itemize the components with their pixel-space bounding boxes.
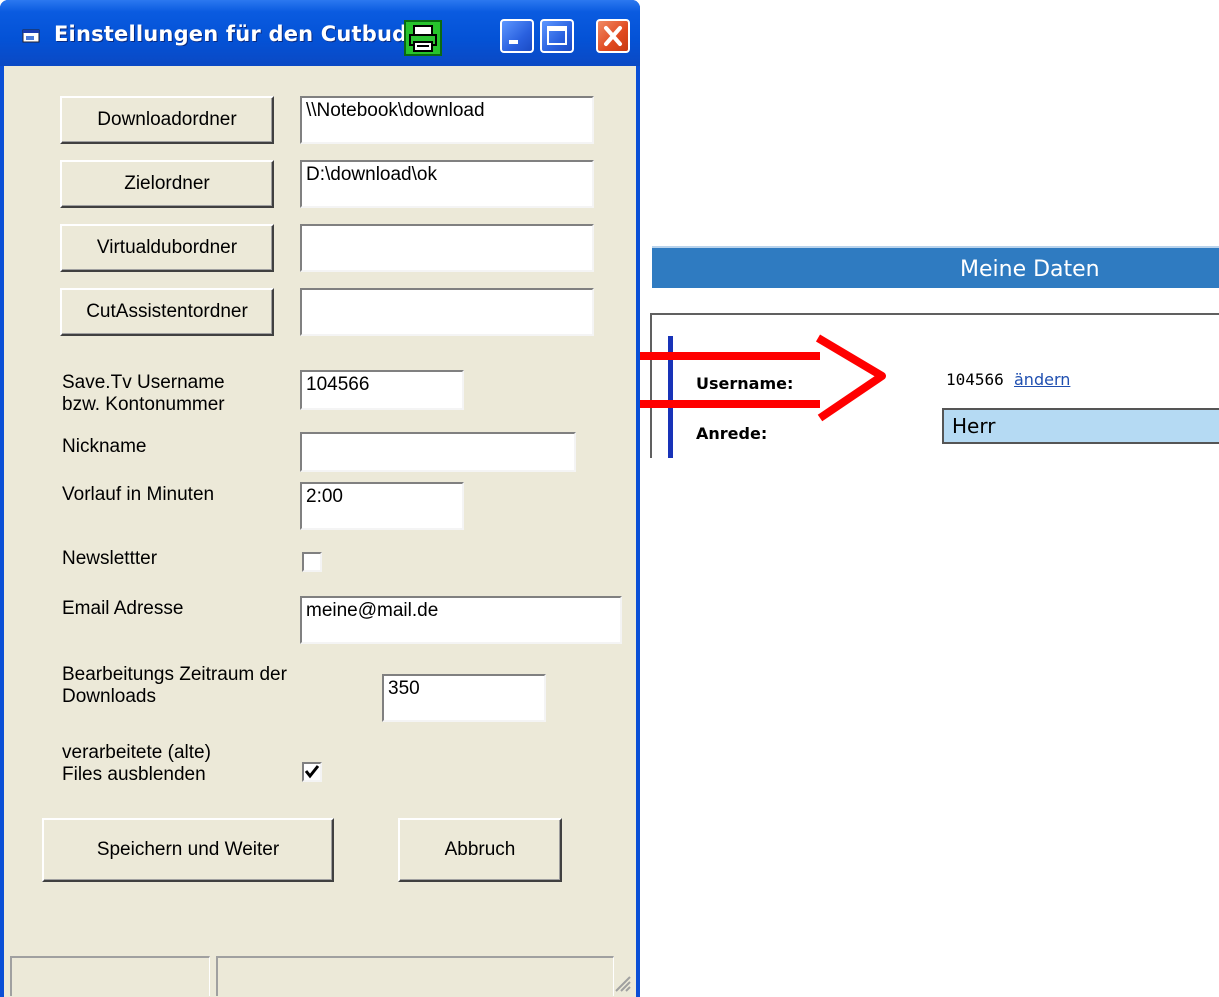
web-account-panel: Meine Daten Username: Anrede: 104566 änd… bbox=[640, 246, 1219, 458]
vorlauf-input[interactable]: 2:00 bbox=[300, 482, 464, 530]
zielordner-input[interactable]: D:\download\ok bbox=[300, 160, 594, 208]
zielordner-button[interactable]: Zielordner bbox=[60, 160, 274, 208]
title-bar[interactable]: Einstellungen für den Cutbuddy bbox=[0, 0, 640, 66]
cutassistentordner-input[interactable] bbox=[300, 288, 594, 336]
save-continue-button[interactable]: Speichern und Weiter bbox=[42, 818, 334, 882]
window-title: Einstellungen für den Cutbuddy bbox=[54, 22, 404, 46]
nickname-input[interactable] bbox=[300, 432, 576, 472]
cutassistentordner-button[interactable]: CutAssistentordner bbox=[60, 288, 274, 336]
virtualdubordner-input[interactable] bbox=[300, 224, 594, 272]
status-pane-2 bbox=[216, 956, 614, 996]
close-button[interactable] bbox=[596, 19, 630, 53]
email-label: Email Adresse bbox=[62, 598, 184, 619]
newsletter-checkbox[interactable] bbox=[302, 552, 322, 572]
downloadordner-input[interactable]: \\Notebook\download bbox=[300, 96, 594, 144]
email-input[interactable]: meine@mail.de bbox=[300, 596, 622, 644]
maximize-button[interactable] bbox=[540, 19, 574, 53]
printer-icon[interactable] bbox=[404, 20, 442, 56]
alte-files-checkbox[interactable] bbox=[302, 762, 322, 782]
cancel-button[interactable]: Abbruch bbox=[398, 818, 562, 882]
status-bar bbox=[8, 956, 614, 996]
status-pane-1 bbox=[10, 956, 210, 996]
username-label: Save.Tv Username bzw. Kontonummer bbox=[62, 372, 225, 415]
username-input[interactable]: 104566 bbox=[300, 370, 464, 410]
virtualdubordner-button[interactable]: Virtualdubordner bbox=[60, 224, 274, 272]
resize-grip-icon[interactable] bbox=[610, 971, 632, 993]
minimize-button[interactable] bbox=[500, 19, 534, 53]
checkmark-icon bbox=[304, 765, 320, 779]
alte-files-label: verarbeitete (alte) Files ausblenden bbox=[62, 742, 211, 785]
newsletter-label: Newslettter bbox=[62, 548, 158, 569]
zeitraum-label: Bearbeitungs Zeitraum der Downloads bbox=[62, 664, 287, 707]
vorlauf-label: Vorlauf in Minuten bbox=[62, 484, 215, 505]
nickname-label: Nickname bbox=[62, 436, 147, 457]
app-icon bbox=[22, 29, 40, 43]
dialog-client-area: Downloadordner \\Notebook\download Zielo… bbox=[4, 66, 636, 997]
red-arrow-icon bbox=[640, 334, 886, 422]
zeitraum-input[interactable]: 350 bbox=[382, 674, 546, 722]
downloadordner-button[interactable]: Downloadordner bbox=[60, 96, 274, 144]
settings-window: Einstellungen für den Cutbuddy Downloado… bbox=[0, 0, 640, 997]
